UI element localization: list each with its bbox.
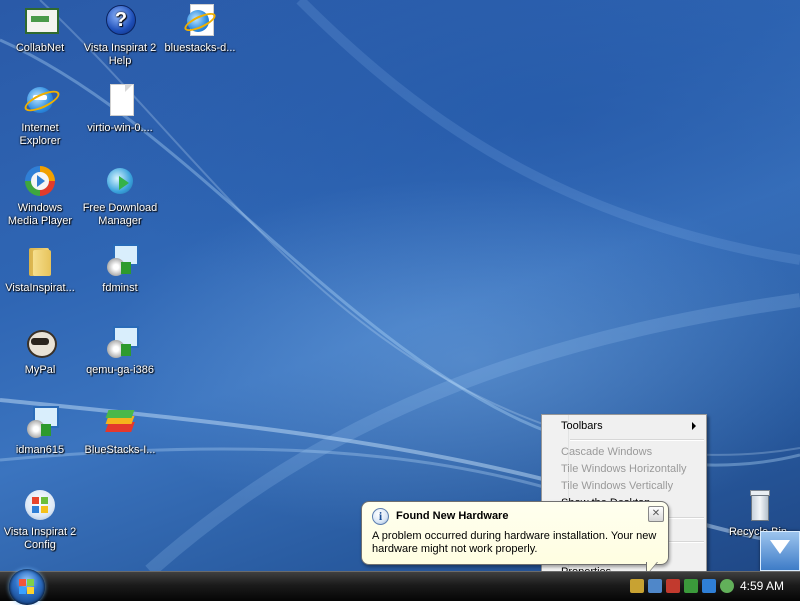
desktop-icon-virtio-win[interactable]: virtio-win-0.... [80, 84, 160, 135]
icon-label: Vista Inspirat 2 Help [83, 42, 157, 67]
icon-label: Internet Explorer [19, 122, 61, 147]
menu-item-label: Cascade Windows [561, 446, 653, 458]
windows-logo-icon [23, 488, 57, 522]
internet-explorer-icon [21, 84, 63, 118]
desktop-icon-bluestacks-installer[interactable]: BlueStacks-I... [80, 406, 160, 457]
recycle-bin-icon [741, 488, 775, 522]
icon-label: CollabNet [15, 42, 65, 54]
internet-explorer-icon [182, 4, 218, 38]
display-icon[interactable] [702, 579, 716, 593]
windows-logo-icon [19, 579, 35, 595]
desktop-icon-fdminst[interactable]: fdminst [80, 244, 160, 295]
icon-label: bluestacks-d... [164, 42, 236, 54]
installer-icon [103, 326, 139, 360]
icon-label: Vista Inspirat 2 Config [3, 526, 77, 551]
desktop-icon-qemu-ga[interactable]: qemu-ga-i386 [80, 326, 160, 377]
alert-icon[interactable] [666, 579, 680, 593]
download-manager-icon [103, 164, 137, 198]
down-arrow-icon [770, 540, 790, 554]
desktop-icon-vista-inspirat-help[interactable]: ? Vista Inspirat 2 Help [80, 4, 160, 68]
help-icon: ? [103, 4, 137, 38]
desktop-icon-windows-media-player[interactable]: Windows Media Player [0, 164, 80, 228]
desktop-icon-collabnet[interactable]: CollabNet [0, 4, 80, 55]
info-icon: i [372, 508, 389, 525]
desktop-icon-vista-inspirat-config[interactable]: Vista Inspirat 2 Config [0, 488, 80, 552]
media-player-icon [23, 164, 57, 198]
menu-item-toolbars[interactable]: Toolbars [561, 418, 703, 434]
desktop-icon-bluestacks-download[interactable]: bluestacks-d... [160, 4, 240, 55]
icon-label: qemu-ga-i386 [86, 364, 154, 376]
menu-item-label: Tile Windows Vertically [561, 480, 674, 492]
submenu-arrow-icon [692, 422, 696, 430]
hardware-icon[interactable] [684, 579, 698, 593]
icon-label: Windows Media Player [7, 202, 73, 227]
taskbar[interactable]: 4:59 AM [0, 569, 800, 605]
desktop-icon-internet-explorer[interactable]: Internet Explorer [0, 84, 80, 148]
installer-icon [23, 406, 59, 440]
icon-label: Free Download Manager [82, 202, 158, 227]
balloon-title: Found New Hardware [396, 510, 509, 522]
desktop-icon-vistainspirat-folder[interactable]: VistaInspirat... [0, 244, 80, 295]
mypal-icon [23, 326, 57, 360]
file-icon [103, 84, 137, 118]
menu-item-tile-vertically[interactable]: Tile Windows Vertically [561, 478, 673, 494]
menu-separator [570, 439, 704, 441]
balloon-message: A problem occurred during hardware insta… [372, 530, 657, 555]
menu-item-label: Toolbars [561, 420, 603, 432]
icon-label: fdminst [102, 282, 138, 294]
menu-item-label: Tile Windows Horizontally [561, 463, 687, 475]
icon-label: idman615 [15, 444, 65, 456]
installer-icon [103, 244, 139, 278]
scroll-down-button[interactable] [760, 531, 800, 571]
icon-label: virtio-win-0.... [87, 122, 153, 134]
security-shield-icon[interactable] [630, 579, 644, 593]
desktop-icon-mypal[interactable]: MyPal [0, 326, 80, 377]
close-icon[interactable]: ✕ [648, 506, 664, 522]
icon-label: MyPal [24, 364, 56, 376]
desktop-icon-idman615[interactable]: idman615 [0, 406, 80, 457]
folder-icon [23, 244, 57, 278]
clock[interactable]: 4:59 AM [740, 579, 784, 593]
network-icon[interactable] [648, 579, 662, 593]
system-tray: 4:59 AM [620, 572, 800, 601]
menu-item-tile-horizontally[interactable]: Tile Windows Horizontally [561, 461, 687, 477]
menu-item-cascade-windows[interactable]: Cascade Windows [561, 444, 652, 460]
desktop-icon-free-download-manager[interactable]: Free Download Manager [80, 164, 160, 228]
found-new-hardware-balloon[interactable]: i Found New Hardware ✕ A problem occurre… [361, 501, 669, 565]
icon-label: BlueStacks-I... [84, 444, 156, 456]
download-manager-tray-icon[interactable] [720, 579, 734, 593]
bluestacks-icon [103, 406, 137, 440]
icon-label: VistaInspirat... [5, 282, 75, 294]
collabnet-icon [23, 4, 59, 38]
